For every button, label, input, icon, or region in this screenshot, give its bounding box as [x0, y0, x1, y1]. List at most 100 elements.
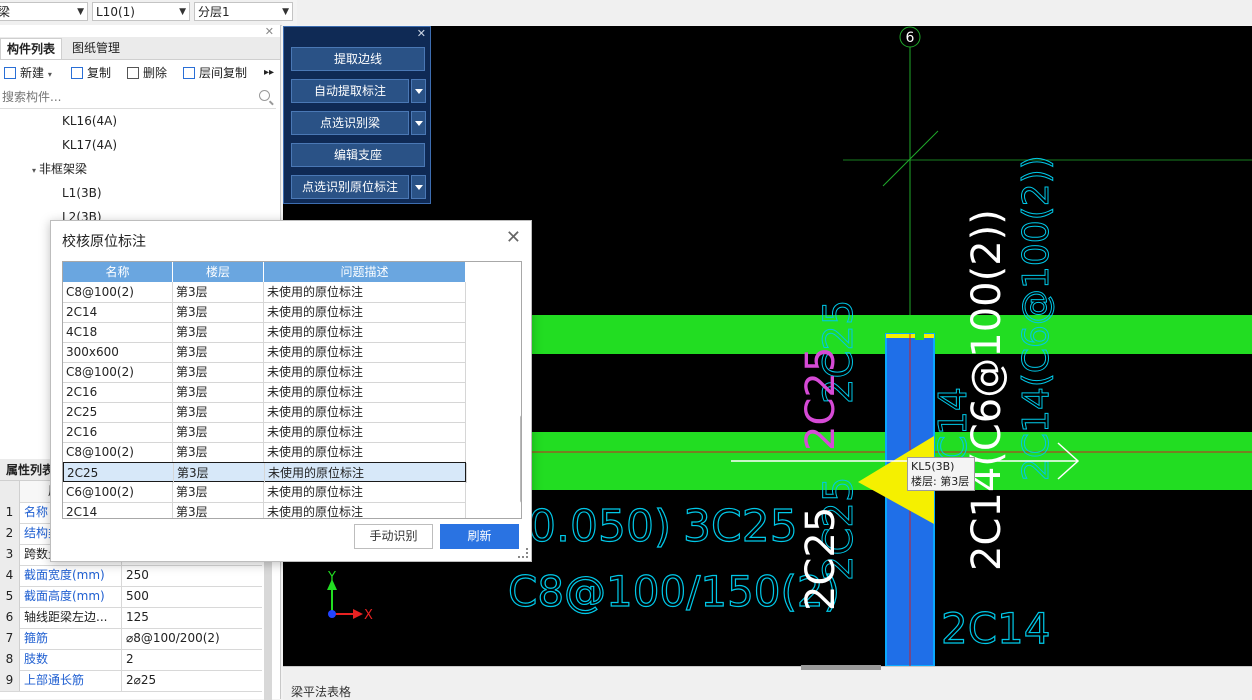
close-icon[interactable]: ✕: [506, 227, 521, 248]
table-row[interactable]: C8@100(2) 第3层 未使用的原位标注: [63, 362, 466, 383]
cell-description: 未使用的原位标注: [264, 482, 466, 502]
cell-floor: 第3层: [174, 463, 265, 483]
tool-button[interactable]: 编辑支座: [291, 143, 425, 167]
cell-floor: 第3层: [173, 502, 264, 518]
annotation-top-rebar: 2C25: [798, 347, 844, 451]
row-number: 4: [0, 565, 20, 586]
property-value[interactable]: 125: [121, 607, 149, 628]
beam-tooltip: KL5(3B) 楼层: 第3层: [907, 457, 975, 491]
ucs-x-arrow: [353, 609, 363, 619]
property-value[interactable]: 2⌀25: [121, 670, 156, 691]
table-row[interactable]: 4C18 第3层 未使用的原位标注: [63, 322, 466, 343]
new-button[interactable]: 新建 ▾: [4, 64, 52, 82]
tree-item-kl16[interactable]: KL16(4A): [62, 111, 117, 131]
row-number: 7: [0, 628, 20, 649]
table-row[interactable]: 300x600 第3层 未使用的原位标注: [63, 342, 466, 363]
property-name: 箍筋: [24, 631, 49, 645]
tree-item-kl17[interactable]: KL17(4A): [62, 135, 117, 155]
component-select[interactable]: L10(1) ▼: [92, 2, 190, 21]
search-icon[interactable]: [259, 90, 270, 101]
tab-drawing-management[interactable]: 图纸管理: [66, 38, 126, 58]
cell-description: 未使用的原位标注: [264, 282, 466, 302]
tool-button[interactable]: 自动提取标注: [291, 79, 409, 103]
property-row[interactable]: 6 轴线距梁左边... 125: [0, 607, 262, 629]
search-input[interactable]: [0, 86, 244, 108]
trash-icon: [127, 67, 139, 79]
table-row[interactable]: C6@100(2) 第3层 未使用的原位标注: [63, 482, 466, 503]
tab-component-list[interactable]: 构件列表: [0, 38, 63, 59]
refresh-button[interactable]: 刷新: [440, 524, 519, 549]
tool-button[interactable]: 点选识别梁: [291, 111, 409, 135]
faint-annotation-stirrup: 2C14(C6@100(2)): [1016, 155, 1057, 481]
bottom-panel: 梁平法表格: [283, 665, 1252, 700]
tooltip-name: KL5(3B): [911, 460, 955, 473]
property-value[interactable]: 250: [121, 565, 149, 586]
chevron-down-icon[interactable]: [411, 111, 426, 135]
manual-recognize-button[interactable]: 手动识别: [354, 524, 433, 549]
floor-copy-label: 层间复制: [199, 66, 248, 80]
row-number-header: [0, 481, 20, 502]
layer-select[interactable]: 分层1 ▼: [194, 2, 293, 21]
cell-name: 2C14: [63, 502, 173, 518]
component-type-select[interactable]: 梁 ▼: [0, 2, 88, 21]
tree-item-l1[interactable]: L1(3B): [62, 183, 102, 203]
row-number: 2: [0, 523, 20, 544]
table-row[interactable]: 2C14 第3层 未使用的原位标注: [63, 502, 466, 518]
column-header-name[interactable]: 名称: [63, 262, 173, 282]
cell-name: C6@100(2): [63, 482, 173, 502]
table-row[interactable]: C8@100(2) 第3层 未使用的原位标注: [63, 282, 466, 303]
cell-name: 2C14: [63, 302, 173, 322]
tree-group-non-frame-beam[interactable]: ▾ 非框架梁: [32, 159, 87, 179]
grip-point[interactable]: [915, 332, 924, 340]
tooltip-floor: 楼层: 第3层: [911, 475, 970, 488]
property-value[interactable]: 500: [121, 586, 149, 607]
tool-button[interactable]: 点选识别原位标注: [291, 175, 409, 199]
table-row[interactable]: 2C25 第3层 未使用的原位标注: [63, 462, 467, 483]
property-row[interactable]: 7 箍筋 ⌀8@100/200(2): [0, 628, 262, 650]
property-name: 轴线距梁左边...: [24, 610, 108, 624]
property-row[interactable]: 5 截面高度(mm) 500: [0, 586, 262, 608]
tree-item-label: KL16(4A): [62, 114, 118, 128]
delete-button[interactable]: 删除: [127, 64, 167, 82]
close-icon[interactable]: ✕: [417, 27, 426, 40]
tab-label: 构件列表: [7, 42, 56, 56]
cell-floor: 第3层: [173, 322, 264, 342]
copy-icon: [71, 67, 83, 79]
copy-button[interactable]: 复制: [71, 64, 111, 82]
top-bar-filler: [297, 0, 1252, 25]
cell-description: 未使用的原位标注: [264, 422, 466, 442]
column-header-floor[interactable]: 楼层: [173, 262, 264, 282]
chevron-down-icon[interactable]: [411, 79, 426, 103]
cell-floor: 第3层: [173, 342, 264, 362]
beam-table-label[interactable]: 梁平法表格: [291, 683, 351, 700]
table-row[interactable]: 2C14 第3层 未使用的原位标注: [63, 302, 466, 323]
table-row[interactable]: 2C16 第3层 未使用的原位标注: [63, 422, 466, 443]
chevron-down-icon[interactable]: [411, 175, 426, 199]
table-scrollbar[interactable]: [520, 415, 521, 503]
annotation-stirrup-c8: C8@100/150(2): [508, 567, 840, 616]
resize-grip-icon[interactable]: [518, 548, 528, 558]
tab-label: 图纸管理: [72, 41, 121, 55]
property-row[interactable]: 9 上部通长筋 2⌀25: [0, 670, 262, 692]
more-icon[interactable]: ▸▸: [264, 64, 274, 82]
caret-down-icon: ▾: [32, 166, 37, 175]
chevron-down-icon: ▼: [77, 7, 84, 17]
property-row[interactable]: 4 截面宽度(mm) 250: [0, 565, 262, 587]
tool-button[interactable]: 提取边线: [291, 47, 425, 71]
component-type-value: 梁: [0, 5, 11, 19]
cell-name: 4C18: [63, 322, 173, 342]
copy-between-floors-button[interactable]: 层间复制: [183, 64, 247, 82]
table-row[interactable]: 2C25 第3层 未使用的原位标注: [63, 402, 466, 423]
panel-resize-grip[interactable]: [801, 665, 881, 670]
table-row[interactable]: C8@100(2) 第3层 未使用的原位标注: [63, 442, 466, 463]
check-annotation-dialog: 校核原位标注 ✕ 名称 楼层 问题描述 C8@100(2) 第3层 未使用的原位标注…: [50, 220, 532, 562]
tree-group-label: 非框架梁: [39, 162, 88, 176]
column-header-description[interactable]: 问题描述: [264, 262, 466, 282]
cell-floor: 第3层: [173, 402, 264, 422]
cell-floor: 第3层: [173, 362, 264, 382]
property-value[interactable]: 2: [121, 649, 134, 670]
property-value[interactable]: ⌀8@100/200(2): [121, 628, 220, 649]
table-row[interactable]: 2C16 第3层 未使用的原位标注: [63, 382, 466, 403]
delete-label: 删除: [143, 66, 168, 80]
property-row[interactable]: 8 肢数 2: [0, 649, 262, 671]
